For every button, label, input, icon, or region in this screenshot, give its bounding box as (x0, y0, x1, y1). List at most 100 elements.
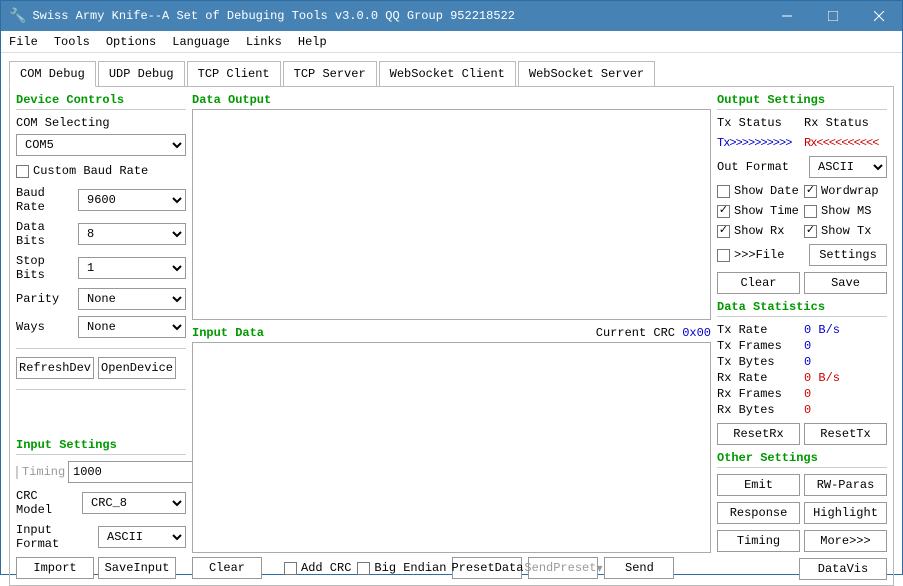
show-tx-checkbox[interactable]: ✓ (804, 225, 817, 238)
crc-model-label: CRC Model (16, 489, 78, 517)
show-rx-label: Show Rx (734, 224, 784, 238)
rx-bytes-value: 0 (804, 403, 887, 417)
emit-button[interactable]: Emit (717, 474, 800, 496)
tab-tcp-server[interactable]: TCP Server (283, 61, 377, 87)
custom-baud-checkbox[interactable] (16, 165, 29, 178)
menu-language[interactable]: Language (172, 35, 230, 49)
big-endian-label: Big Endian (374, 561, 446, 575)
input-data-title: Input Data (192, 326, 264, 340)
data-bits-label: Data Bits (16, 220, 74, 248)
tx-bytes-value: 0 (804, 355, 887, 369)
menu-file[interactable]: File (9, 35, 38, 49)
crc-model-select[interactable]: CRC_8 (82, 492, 186, 514)
tx-frames-label: Tx Frames (717, 339, 800, 353)
reset-rx-button[interactable]: ResetRx (717, 423, 800, 445)
data-statistics-title: Data Statistics (717, 300, 887, 314)
chevron-down-icon: ▾ (596, 561, 602, 576)
com-port-select[interactable]: COM5 (16, 134, 186, 156)
tx-status-label: Tx Status (717, 116, 800, 130)
rw-paras-button[interactable]: RW-Paras (804, 474, 887, 496)
tab-tcp-client[interactable]: TCP Client (187, 61, 281, 87)
rx-status-arrows: Rx<<<<<<<<<< (804, 136, 887, 150)
clear-input-button[interactable]: Clear (192, 557, 262, 579)
stop-bits-label: Stop Bits (16, 254, 74, 282)
save-output-button[interactable]: Save (804, 272, 887, 294)
output-settings-title: Output Settings (717, 93, 887, 107)
open-device-button[interactable]: OpenDevice (98, 357, 176, 379)
add-crc-checkbox[interactable] (284, 562, 297, 575)
tab-udp-debug[interactable]: UDP Debug (98, 61, 185, 87)
minimize-button[interactable] (764, 1, 810, 31)
device-controls-title: Device Controls (16, 93, 186, 107)
out-format-label: Out Format (717, 160, 805, 174)
timing-checkbox[interactable] (16, 466, 18, 479)
menu-help[interactable]: Help (298, 35, 327, 49)
stop-bits-select[interactable]: 1 (78, 257, 186, 279)
rx-rate-value: 0 B/s (804, 371, 887, 385)
baud-rate-select[interactable]: 9600 (78, 189, 186, 211)
show-ms-checkbox[interactable] (804, 205, 817, 218)
maximize-button[interactable] (810, 1, 856, 31)
input-format-select[interactable]: ASCII (98, 526, 186, 548)
wordwrap-checkbox[interactable]: ✓ (804, 185, 817, 198)
import-button[interactable]: Import (16, 557, 94, 579)
ways-select[interactable]: None (78, 316, 186, 338)
out-format-select[interactable]: ASCII (809, 156, 887, 178)
wordwrap-label: Wordwrap (821, 184, 879, 198)
tx-bytes-label: Tx Bytes (717, 355, 800, 369)
to-file-checkbox[interactable] (717, 249, 730, 262)
datavis-button[interactable]: DataVis (799, 558, 887, 580)
current-crc-label: Current CRC (596, 326, 675, 342)
input-format-label: Input Format (16, 523, 94, 551)
timing-label: Timing (22, 465, 64, 479)
save-input-button[interactable]: SaveInput (98, 557, 176, 579)
clear-output-button[interactable]: Clear (717, 272, 800, 294)
tab-websocket-server[interactable]: WebSocket Server (518, 61, 655, 87)
preset-data-button[interactable]: PresetData (452, 557, 522, 579)
rx-rate-label: Rx Rate (717, 371, 800, 385)
show-tx-label: Show Tx (821, 224, 871, 238)
refresh-dev-button[interactable]: RefreshDev (16, 357, 94, 379)
more-button[interactable]: More>>> (804, 530, 887, 552)
tab-com-debug[interactable]: COM Debug (9, 61, 96, 87)
custom-baud-label: Custom Baud Rate (33, 164, 148, 178)
rx-status-label: Rx Status (804, 116, 887, 130)
show-rx-checkbox[interactable]: ✓ (717, 225, 730, 238)
com-selecting-label: COM Selecting (16, 116, 186, 130)
response-button[interactable]: Response (717, 502, 800, 524)
data-output-area[interactable] (192, 109, 711, 320)
parity-label: Parity (16, 292, 74, 306)
menu-links[interactable]: Links (246, 35, 282, 49)
tx-frames-value: 0 (804, 339, 887, 353)
rx-frames-value: 0 (804, 387, 887, 401)
tx-status-arrows: Tx>>>>>>>>>> (717, 136, 800, 150)
data-bits-select[interactable]: 8 (78, 223, 186, 245)
timing-button[interactable]: Timing (717, 530, 800, 552)
send-preset-button[interactable]: SendPreset ▾ (528, 557, 598, 579)
add-crc-label: Add CRC (301, 561, 351, 575)
show-time-label: Show Time (734, 204, 799, 218)
tx-rate-label: Tx Rate (717, 323, 800, 337)
rx-bytes-label: Rx Bytes (717, 403, 800, 417)
show-date-label: Show Date (734, 184, 799, 198)
tx-rate-value: 0 B/s (804, 323, 887, 337)
ways-label: Ways (16, 320, 74, 334)
input-data-area[interactable] (192, 342, 711, 553)
show-ms-label: Show MS (821, 204, 871, 218)
menu-options[interactable]: Options (106, 35, 156, 49)
settings-button[interactable]: Settings (809, 244, 887, 266)
show-date-checkbox[interactable] (717, 185, 730, 198)
other-settings-title: Other Settings (717, 451, 887, 465)
current-crc-value: 0x00 (682, 326, 711, 342)
reset-tx-button[interactable]: ResetTx (804, 423, 887, 445)
close-button[interactable] (856, 1, 902, 31)
send-button[interactable]: Send (604, 557, 674, 579)
menu-tools[interactable]: Tools (54, 35, 90, 49)
parity-select[interactable]: None (78, 288, 186, 310)
tab-websocket-client[interactable]: WebSocket Client (379, 61, 516, 87)
data-output-title: Data Output (192, 93, 711, 107)
big-endian-checkbox[interactable] (357, 562, 370, 575)
to-file-label: >>>File (734, 248, 784, 262)
show-time-checkbox[interactable]: ✓ (717, 205, 730, 218)
highlight-button[interactable]: Highlight (804, 502, 887, 524)
